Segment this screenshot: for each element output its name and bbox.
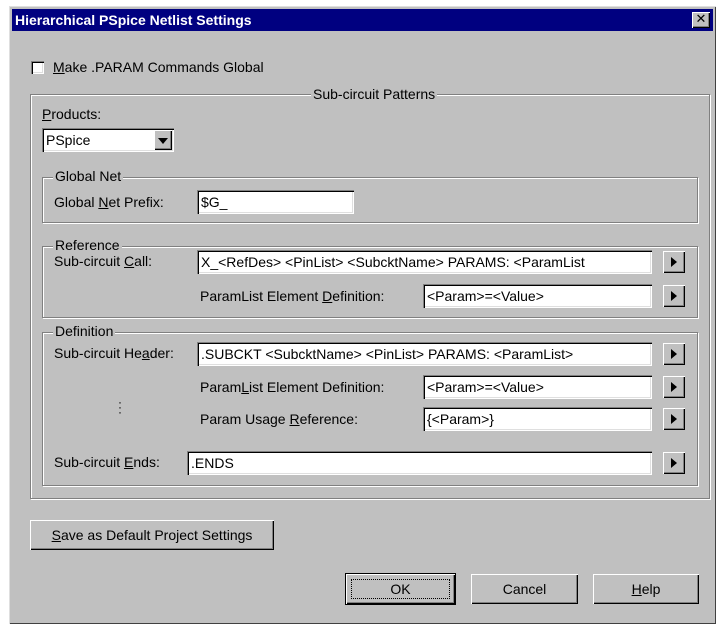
sub-circuit-patterns-legend: Sub-circuit Patterns (311, 86, 438, 102)
products-selected-value: PSpice (46, 132, 91, 148)
sub-circuit-header-arrow-button[interactable] (663, 343, 685, 365)
products-dropdown[interactable]: PSpice (42, 128, 174, 152)
make-param-global-label: Make .PARAM Commands Global (53, 59, 264, 75)
vertical-ellipsis-icon: · · · (118, 395, 122, 419)
definition-element-definition-arrow-button[interactable] (663, 376, 685, 398)
dialog-window: Hierarchical PSpice Netlist Settings ✕ M… (9, 6, 716, 624)
sub-circuit-call-input[interactable]: X_<RefDes> <PinList> <SubcktName> PARAMS… (197, 250, 652, 274)
global-net-prefix-input[interactable]: $G_ (197, 190, 354, 214)
reference-element-definition-input[interactable]: <Param>=<Value> (423, 284, 652, 308)
help-button[interactable]: Help (593, 574, 699, 604)
window-title: Hierarchical PSpice Netlist Settings (15, 12, 252, 28)
products-label: Products: (42, 106, 102, 122)
param-usage-reference-input[interactable]: {<Param>} (423, 407, 652, 431)
global-net-prefix-label: Global Net Prefix: (54, 194, 164, 210)
sub-circuit-call-arrow-button[interactable] (663, 251, 685, 273)
sub-circuit-header-label: Sub-circuit Header: (54, 345, 174, 361)
definition-legend: Definition (53, 323, 116, 339)
sub-circuit-call-label: Sub-circuit Call: (54, 253, 153, 269)
reference-element-definition-label: ParamList Element Definition: (200, 288, 385, 304)
definition-element-definition-label: ParamList Element Definition: (200, 379, 385, 395)
sub-circuit-ends-label: Sub-circuit Ends: (54, 454, 160, 470)
close-button[interactable]: ✕ (692, 12, 710, 28)
title-bar: Hierarchical PSpice Netlist Settings ✕ (12, 9, 713, 31)
reference-legend: Reference (53, 237, 122, 253)
global-net-legend: Global Net (53, 168, 124, 184)
param-usage-reference-label: Param Usage Reference: (200, 411, 358, 427)
sub-circuit-ends-input[interactable]: .ENDS (187, 451, 652, 475)
definition-element-definition-input[interactable]: <Param>=<Value> (423, 375, 652, 399)
reference-element-definition-arrow-button[interactable] (663, 285, 685, 307)
cancel-button[interactable]: Cancel (471, 574, 578, 604)
sub-circuit-ends-arrow-button[interactable] (663, 452, 685, 474)
param-usage-reference-arrow-button[interactable] (663, 408, 685, 430)
save-as-default-button[interactable]: Save as Default Project Settings (30, 520, 274, 550)
ok-button[interactable]: OK (346, 574, 455, 604)
make-param-global-checkbox[interactable] (31, 61, 44, 74)
sub-circuit-header-input[interactable]: .SUBCKT <SubcktName> <PinList> PARAMS: <… (197, 342, 652, 366)
chevron-down-icon[interactable] (154, 130, 172, 150)
